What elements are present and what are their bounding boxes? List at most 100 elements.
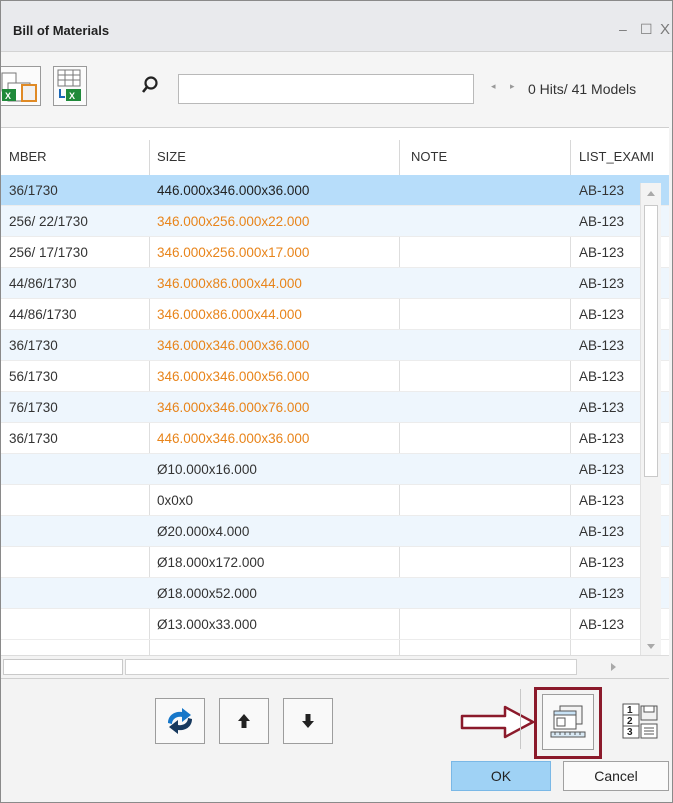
column-header-number[interactable]: MBER [9, 149, 47, 164]
numbering-icon: 1 2 3 [622, 703, 658, 739]
table-row[interactable]: 256/ 17/1730 346.000x256.000x17.000 AB-123 [1, 237, 669, 268]
cell-list-example: AB-123 [579, 338, 625, 353]
cell-number: 44/86/1730 [9, 276, 77, 291]
cell-size: 346.000x346.000x36.000 [157, 338, 310, 353]
cell-list-example: AB-123 [579, 400, 625, 415]
cell-size: Ø13.000x33.000 [157, 617, 257, 632]
cell-list-example: AB-123 [579, 431, 625, 446]
table-row[interactable]: Ø13.000x33.000 AB-123 [1, 609, 669, 640]
cell-list-example: AB-123 [579, 307, 625, 322]
cell-size: 446.000x346.000x36.000 [157, 183, 310, 198]
title-bar: Bill of Materials – ☐ X [1, 1, 672, 52]
vertical-scroll-thumb[interactable] [644, 205, 658, 477]
toolbar: X X ◂ ▸ 0 Hits/ 41 Models [1, 52, 672, 128]
column-header-list-example[interactable]: LIST_EXAMI [579, 149, 654, 164]
cell-list-example: AB-123 [579, 555, 625, 570]
cell-number: 36/1730 [9, 183, 58, 198]
move-down-button[interactable] [283, 698, 333, 744]
cell-list-example: AB-123 [579, 183, 625, 198]
column-header-size[interactable]: SIZE [157, 149, 186, 164]
table-row[interactable]: 44/86/1730 346.000x86.000x44.000 AB-123 [1, 268, 669, 299]
ok-button[interactable]: OK [451, 761, 551, 791]
svg-text:3: 3 [627, 727, 633, 738]
cell-list-example: AB-123 [579, 617, 625, 632]
cell-number: 76/1730 [9, 400, 58, 415]
cell-size: 0x0x0 [157, 493, 194, 508]
table-row[interactable]: 56/1730 346.000x346.000x56.000 AB-123 [1, 361, 669, 392]
arrow-up-icon [238, 714, 250, 728]
cell-list-example: AB-123 [579, 493, 625, 508]
search-icon [141, 76, 159, 99]
cell-list-example: AB-123 [579, 462, 625, 477]
column-separator[interactable] [399, 140, 400, 175]
cell-size: Ø10.000x16.000 [157, 462, 257, 477]
horizontal-scroll-thumb[interactable] [3, 659, 123, 675]
table-row[interactable]: 0x0x0 AB-123 [1, 485, 669, 516]
maximize-button[interactable]: ☐ [640, 21, 653, 38]
cell-size: 446.000x346.000x36.000 [157, 431, 310, 446]
column-header-note[interactable]: NOTE [411, 149, 447, 164]
cell-number: 36/1730 [9, 431, 58, 446]
table-row[interactable]: 256/ 22/1730 346.000x256.000x22.000 AB-123 [1, 206, 669, 237]
table-row[interactable]: 36/1730 446.000x346.000x36.000 AB-123 [1, 423, 669, 454]
column-separator[interactable] [149, 140, 150, 175]
scroll-down-icon[interactable] [646, 643, 656, 651]
close-button[interactable]: X [660, 21, 670, 38]
cell-size: 346.000x86.000x44.000 [157, 307, 302, 322]
table-row[interactable]: 44/86/1730 346.000x86.000x44.000 AB-123 [1, 299, 669, 330]
table-header: MBER SIZE NOTE LIST_EXAMI [1, 128, 669, 176]
table-row[interactable]: 36/1730 346.000x346.000x36.000 AB-123 [1, 330, 669, 361]
bom-report-button[interactable] [542, 694, 594, 750]
search-hits-label: 0 Hits/ 41 Models [528, 81, 637, 97]
cell-size: 346.000x256.000x22.000 [157, 214, 310, 229]
export-table-excel-icon[interactable]: X [53, 66, 87, 106]
cell-size: 346.000x86.000x44.000 [157, 276, 302, 291]
table-row[interactable]: 36/1730 446.000x346.000x36.000 AB-123 [1, 175, 669, 206]
table-row[interactable]: 76/1730 346.000x346.000x76.000 AB-123 [1, 392, 669, 423]
svg-text:X: X [5, 91, 11, 101]
horizontal-scrollbar[interactable] [1, 655, 669, 678]
cell-list-example: AB-123 [579, 524, 625, 539]
numbering-button[interactable]: 1 2 3 [617, 694, 663, 750]
cell-number: 256/ 17/1730 [9, 245, 88, 260]
cancel-button[interactable]: Cancel [563, 761, 669, 791]
table-row[interactable]: Ø18.000x172.000 AB-123 [1, 547, 669, 578]
table-body: 36/1730 446.000x346.000x36.000 AB-123 256/ … [1, 175, 669, 655]
table-row[interactable]: Ø10.000x16.000 AB-123 [1, 454, 669, 485]
move-up-button[interactable] [219, 698, 269, 744]
cell-size: 346.000x256.000x17.000 [157, 245, 310, 260]
refresh-button[interactable] [155, 698, 205, 744]
table-row[interactable]: Ø18.000x52.000 AB-123 [1, 578, 669, 609]
bom-table: MBER SIZE NOTE LIST_EXAMI 36/1730 446.000… [1, 127, 669, 679]
svg-text:X: X [69, 91, 75, 101]
cell-number: 56/1730 [9, 369, 58, 384]
cell-size: 346.000x346.000x76.000 [157, 400, 310, 415]
toolbar-divider [520, 689, 521, 749]
cell-number: 44/86/1730 [9, 307, 77, 322]
scroll-right-icon[interactable] [609, 662, 617, 672]
cell-size: Ø20.000x4.000 [157, 524, 250, 539]
vertical-scrollbar[interactable] [640, 183, 661, 657]
cell-size: 346.000x346.000x56.000 [157, 369, 310, 384]
window-title: Bill of Materials [13, 23, 110, 38]
column-separator[interactable] [570, 140, 571, 175]
bom-report-icon [550, 705, 586, 738]
cell-size: Ø18.000x172.000 [157, 555, 265, 570]
scroll-up-icon[interactable] [646, 189, 656, 197]
export-excel-icon[interactable]: X [1, 66, 41, 106]
bom-window: Bill of Materials – ☐ X X X ◂ ▸ 0 Hits/ … [0, 0, 673, 803]
cell-number: 36/1730 [9, 338, 58, 353]
callout-arrow-icon [460, 705, 535, 739]
refresh-icon [168, 708, 192, 734]
cell-number: 256/ 22/1730 [9, 214, 88, 229]
cell-list-example: AB-123 [579, 245, 625, 260]
cell-size: Ø18.000x52.000 [157, 586, 257, 601]
table-row[interactable]: Ø20.000x4.000 AB-123 [1, 516, 669, 547]
search-input[interactable] [178, 74, 474, 104]
search-nav-arrows[interactable]: ◂ ▸ [491, 81, 521, 92]
cell-list-example: AB-123 [579, 276, 625, 291]
svg-text:2: 2 [627, 716, 633, 727]
minimize-button[interactable]: – [619, 21, 627, 37]
cell-list-example: AB-123 [579, 586, 625, 601]
horizontal-scroll-track[interactable] [125, 659, 577, 675]
